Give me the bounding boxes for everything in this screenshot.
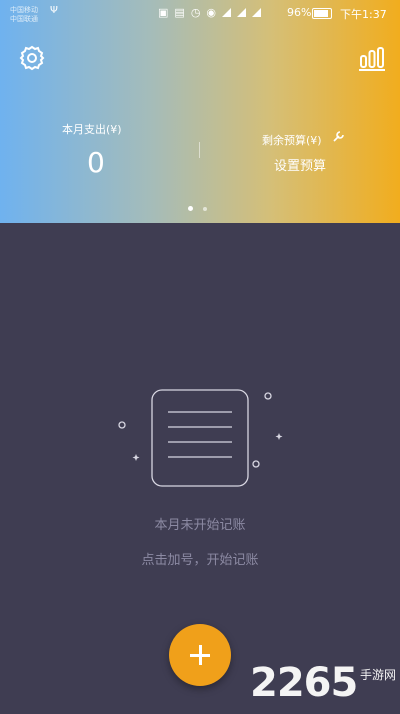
watermark-text: 手游网 (360, 668, 397, 682)
eye-icon: ◉ (206, 6, 217, 19)
month-expense-value: 0 (87, 146, 105, 179)
clock: 下午1:37 (340, 8, 387, 21)
cell-signal-icon-2 (252, 8, 262, 17)
notebook-icon (118, 389, 283, 487)
wrench-icon[interactable] (333, 130, 345, 142)
set-budget-button[interactable]: 设置预算 (274, 155, 326, 174)
wifi-signal-icon (222, 8, 232, 17)
page-indicator (188, 206, 207, 211)
carrier-2: 中国联通 (10, 15, 38, 23)
empty-state-title: 本月未开始记账 (154, 518, 246, 533)
nfc-icon: ▣ (158, 6, 169, 19)
header-panel: 中国移动 中国联通 Ψ ▣ ▤ ◷ ◉ 96% 下午1:37 本月支出(¥) 0 (0, 0, 400, 223)
cell-signal-icon-1 (237, 8, 247, 17)
remaining-budget-label: 剩余预算(¥) (262, 134, 322, 147)
month-expense-label: 本月支出(¥) (62, 123, 122, 136)
usb-icon: Ψ (50, 5, 58, 16)
page-dot (203, 207, 207, 211)
empty-state-hint: 点击加号，开始记账 (141, 553, 259, 568)
status-icons: ▣ ▤ ◷ ◉ (158, 6, 262, 19)
status-bar: 中国移动 中国联通 Ψ ▣ ▤ ◷ ◉ 96% 下午1:37 (0, 0, 400, 26)
bar-chart-icon[interactable] (358, 46, 386, 72)
alarm-icon: ◷ (190, 6, 201, 19)
gear-icon[interactable] (18, 44, 46, 72)
header-divider (199, 142, 200, 158)
watermark-logo: 2265 手游网 (250, 660, 400, 714)
add-record-button[interactable] (169, 624, 231, 686)
plus-icon-v (199, 645, 202, 665)
watermark-digits: 2265 (250, 660, 358, 706)
battery-icon (312, 8, 332, 19)
vibrate-icon: ▤ (174, 6, 185, 19)
page-dot-active (188, 206, 193, 211)
battery-percent: 96% (287, 6, 312, 19)
